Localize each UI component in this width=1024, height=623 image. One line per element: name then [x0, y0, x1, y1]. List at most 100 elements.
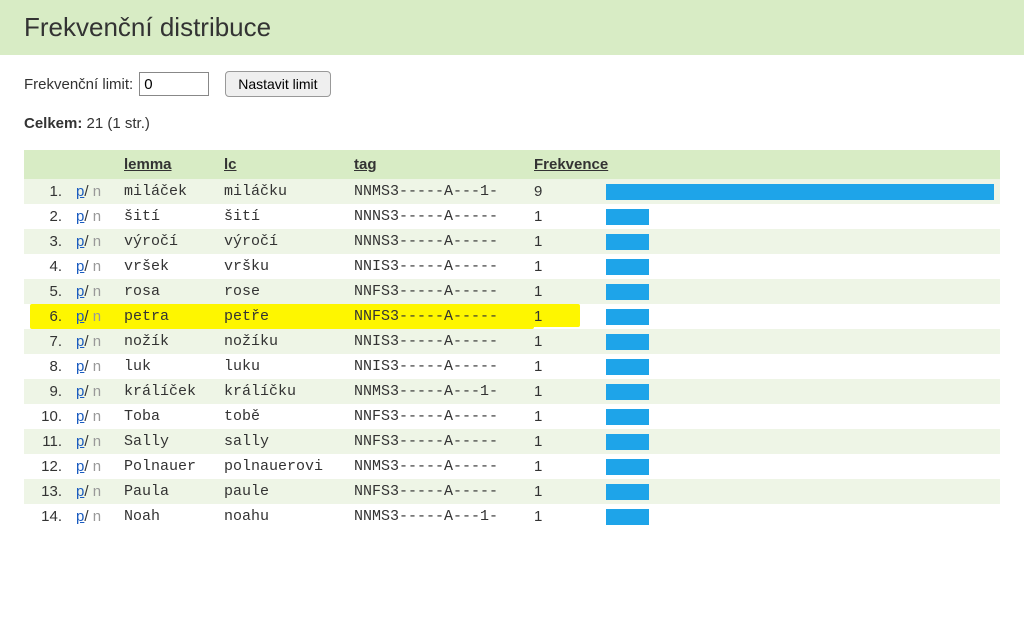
- row-lc: luku: [218, 354, 348, 379]
- table-row: 4.p/ nvršekvrškuNNIS3-----A-----1: [24, 254, 1000, 279]
- negative-link[interactable]: n: [93, 508, 101, 525]
- frequency-bar: [606, 184, 994, 200]
- row-frequency: 1: [528, 504, 600, 529]
- table-row: 8.p/ nluklukuNNIS3-----A-----1: [24, 354, 1000, 379]
- row-index: 4.: [24, 254, 70, 279]
- row-lemma: Noah: [118, 504, 218, 529]
- negative-link[interactable]: n: [93, 258, 101, 275]
- row-tag: NNFS3-----A-----: [348, 279, 528, 304]
- row-bar: [600, 254, 1000, 279]
- row-lc: vršku: [218, 254, 348, 279]
- negative-link[interactable]: n: [93, 233, 101, 250]
- table-row: 14.p/ nNoahnoahuNNMS3-----A---1-1: [24, 504, 1000, 529]
- row-lc: sally: [218, 429, 348, 454]
- summary-value: 21 (1 str.): [87, 115, 150, 132]
- row-pn: p/ n: [70, 279, 118, 304]
- row-index: 7.: [24, 329, 70, 354]
- row-index: 11.: [24, 429, 70, 454]
- negative-link[interactable]: n: [93, 208, 101, 225]
- header-tag[interactable]: tag: [348, 150, 528, 179]
- row-pn: p/ n: [70, 429, 118, 454]
- row-bar: [600, 479, 1000, 504]
- row-lemma: výročí: [118, 229, 218, 254]
- row-lemma: petra: [118, 304, 218, 329]
- negative-link[interactable]: n: [93, 183, 101, 200]
- row-index: 13.: [24, 479, 70, 504]
- row-tag: NNFS3-----A-----: [348, 404, 528, 429]
- row-bar: [600, 204, 1000, 229]
- summary-label: Celkem:: [24, 115, 82, 132]
- row-pn: p/ n: [70, 504, 118, 529]
- row-lemma: šití: [118, 204, 218, 229]
- frequency-bar: [606, 484, 649, 500]
- limit-input[interactable]: [139, 72, 209, 96]
- row-frequency: 1: [528, 354, 600, 379]
- negative-link[interactable]: n: [93, 308, 101, 325]
- negative-link[interactable]: n: [93, 458, 101, 475]
- frequency-bar: [606, 309, 649, 325]
- row-lemma: Polnauer: [118, 454, 218, 479]
- header-lc[interactable]: lc: [218, 150, 348, 179]
- frequency-bar: [606, 359, 649, 375]
- row-lc: miláčku: [218, 179, 348, 204]
- row-pn: p/ n: [70, 304, 118, 329]
- header-freq[interactable]: Frekvence: [528, 150, 600, 179]
- row-pn: p/ n: [70, 254, 118, 279]
- table-row: 7.p/ nnožíknožíkuNNIS3-----A-----1: [24, 329, 1000, 354]
- negative-link[interactable]: n: [93, 283, 101, 300]
- negative-link[interactable]: n: [93, 433, 101, 450]
- row-frequency: 1: [528, 479, 600, 504]
- row-frequency: 9: [528, 179, 600, 204]
- row-bar: [600, 404, 1000, 429]
- row-frequency: 1: [528, 329, 600, 354]
- pn-separator: /: [84, 483, 92, 500]
- row-index: 6.: [24, 304, 70, 329]
- row-tag: NNMS3-----A-----: [348, 454, 528, 479]
- row-lc: rose: [218, 279, 348, 304]
- row-lc: králíčku: [218, 379, 348, 404]
- freq-table-wrap: lemma lc tag Frekvence 1.p/ nmiláčekmilá…: [0, 150, 1024, 553]
- row-lemma: luk: [118, 354, 218, 379]
- pn-separator: /: [84, 183, 92, 200]
- row-index: 9.: [24, 379, 70, 404]
- pn-separator: /: [84, 433, 92, 450]
- row-lemma: králíček: [118, 379, 218, 404]
- negative-link[interactable]: n: [93, 358, 101, 375]
- row-lemma: Paula: [118, 479, 218, 504]
- row-pn: p/ n: [70, 404, 118, 429]
- set-limit-button[interactable]: Nastavit limit: [225, 71, 330, 97]
- negative-link[interactable]: n: [93, 333, 101, 350]
- negative-link[interactable]: n: [93, 483, 101, 500]
- page-title: Frekvenční distribuce: [0, 0, 1024, 55]
- pn-separator: /: [84, 408, 92, 425]
- table-body: 1.p/ nmiláčekmiláčkuNNMS3-----A---1-92.p…: [24, 179, 1000, 529]
- frequency-bar: [606, 209, 649, 225]
- row-tag: NNFS3-----A-----: [348, 429, 528, 454]
- table-row: 6.p/ npetrapetřeNNFS3-----A-----1: [24, 304, 1000, 329]
- negative-link[interactable]: n: [93, 408, 101, 425]
- pn-separator: /: [84, 333, 92, 350]
- row-frequency: 1: [528, 204, 600, 229]
- table-row: 12.p/ nPolnauerpolnaueroviNNMS3-----A---…: [24, 454, 1000, 479]
- pn-separator: /: [84, 383, 92, 400]
- frequency-bar: [606, 259, 649, 275]
- row-lc: noahu: [218, 504, 348, 529]
- freq-table: lemma lc tag Frekvence 1.p/ nmiláčekmilá…: [24, 150, 1000, 529]
- controls-bar: Frekvenční limit: Nastavit limit: [0, 55, 1024, 105]
- header-blank-idx: [24, 150, 70, 179]
- header-blank-bar: [600, 150, 1000, 179]
- pn-separator: /: [84, 458, 92, 475]
- frequency-bar: [606, 459, 649, 475]
- row-bar: [600, 304, 1000, 329]
- row-lemma: Sally: [118, 429, 218, 454]
- row-frequency: 1: [528, 429, 600, 454]
- header-blank-pn: [70, 150, 118, 179]
- pn-separator: /: [84, 258, 92, 275]
- row-frequency: 1: [528, 254, 600, 279]
- row-index: 5.: [24, 279, 70, 304]
- row-pn: p/ n: [70, 329, 118, 354]
- frequency-bar: [606, 334, 649, 350]
- header-lemma[interactable]: lemma: [118, 150, 218, 179]
- row-pn: p/ n: [70, 179, 118, 204]
- negative-link[interactable]: n: [93, 383, 101, 400]
